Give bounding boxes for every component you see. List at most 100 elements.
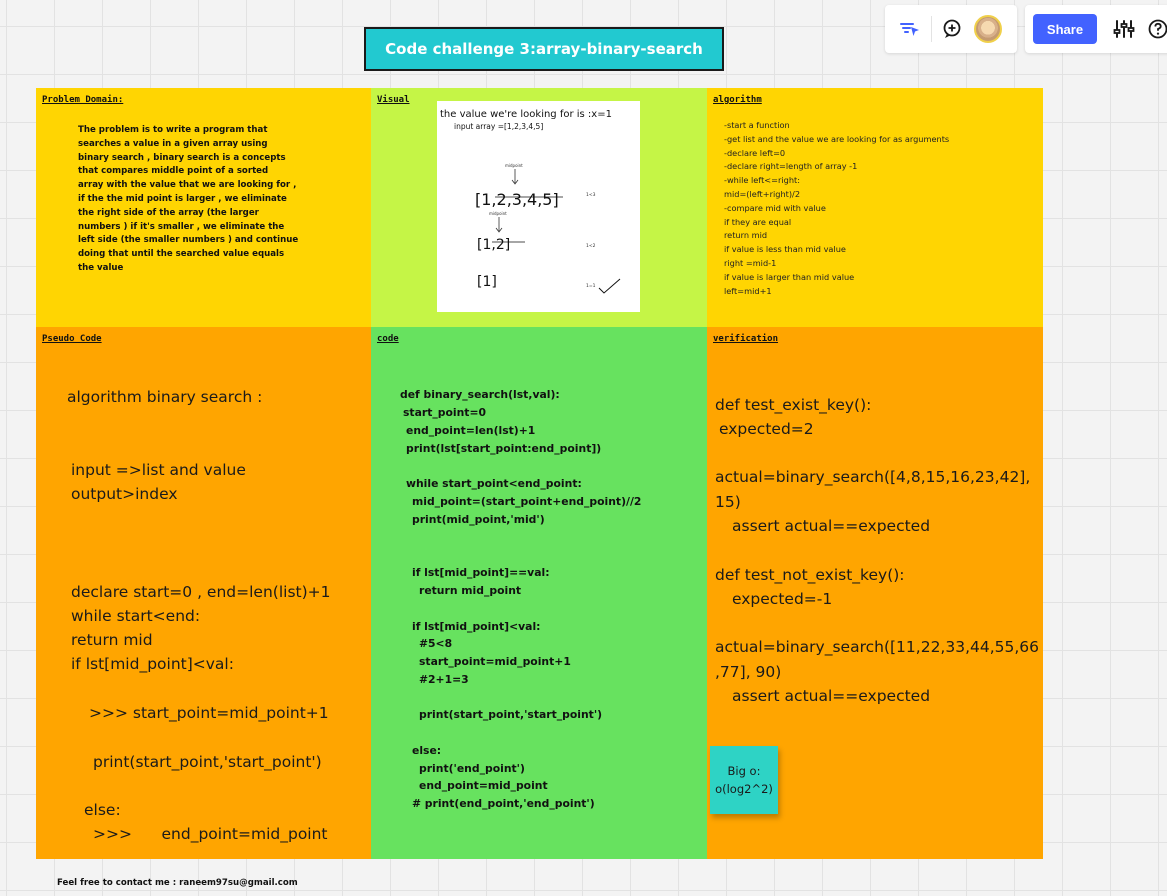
algorithm-step: left=mid+1 bbox=[724, 285, 772, 296]
algorithm-step: if they are equal bbox=[724, 216, 792, 227]
algorithm-steps: -start a function -get list and the valu… bbox=[724, 119, 949, 298]
code-line: if lst[mid_point]==val: bbox=[412, 566, 550, 579]
visual-cell[interactable]: Visual the value we're looking for is :x… bbox=[371, 88, 708, 328]
verify-line: def test_exist_key(): bbox=[715, 396, 872, 414]
pseudo-line: return mid bbox=[71, 631, 153, 649]
add-comment-icon[interactable] bbox=[938, 14, 968, 44]
midpoint-arrow bbox=[511, 169, 519, 185]
problem-line: if the the mid point is larger , we elim… bbox=[78, 193, 287, 204]
code-line: mid_point=(start_point+end_point)//2 bbox=[412, 495, 642, 508]
problem-domain-cell[interactable]: Problem Domain: The problem is to write … bbox=[36, 88, 372, 328]
pseudo-line: >>> end_point=mid_point bbox=[93, 825, 328, 843]
code-line: return mid_point bbox=[419, 584, 522, 597]
verify-line: 15) bbox=[715, 493, 741, 511]
avatar[interactable] bbox=[974, 15, 1002, 43]
visual-input: input array =[1,2,3,4,5] bbox=[454, 122, 543, 131]
toolbar-divider bbox=[931, 16, 932, 42]
share-button[interactable]: Share bbox=[1033, 14, 1097, 44]
visual-note-1: 1<3 bbox=[586, 192, 596, 198]
algorithm-step: -declare right=length of array -1 bbox=[724, 161, 858, 172]
pseudo-line: else: bbox=[84, 801, 121, 819]
code-line: end_point=mid_point bbox=[419, 779, 548, 792]
visual-heading: the value we're looking for is :x=1 bbox=[440, 109, 612, 120]
algorithm-step: return mid bbox=[724, 230, 768, 241]
verify-line: expected=2 bbox=[719, 420, 814, 438]
code-line: print(lst[start_point:end_point]) bbox=[406, 442, 602, 455]
problem-line: that compares middle point of a sorted bbox=[78, 166, 269, 177]
pseudo-line: algorithm binary search : bbox=[67, 388, 263, 406]
code-line: while start_point<end_point: bbox=[406, 477, 582, 490]
code-line: #5<8 bbox=[419, 637, 453, 650]
code-line: # print(end_point,'end_point') bbox=[412, 797, 595, 810]
problem-line: the right side of the array (the larger bbox=[78, 207, 259, 218]
verify-line: actual=binary_search([11,22,33,44,55,66 bbox=[715, 638, 1040, 656]
code-line: #2+1=3 bbox=[419, 673, 469, 686]
contact-text: Feel free to contact me : raneem97su@gma… bbox=[57, 878, 298, 888]
problem-domain-label: Problem Domain: bbox=[42, 95, 124, 105]
problem-line: searches a value in a given array using bbox=[78, 138, 268, 149]
pseudo-code-cell[interactable]: Pseudo Code algorithm binary search : in… bbox=[36, 327, 372, 859]
visual-note-3: 1=1 bbox=[586, 283, 596, 289]
visual-sketch[interactable]: the value we're looking for is :x=1 inpu… bbox=[437, 101, 640, 312]
code-line: if lst[mid_point]<val: bbox=[412, 620, 541, 633]
sticky-line-1: Big o: bbox=[727, 764, 761, 778]
algorithm-step: if value is larger than mid value bbox=[724, 271, 855, 282]
collaboration-toolbar bbox=[885, 5, 1017, 53]
board-toolbar: Share bbox=[1025, 5, 1167, 53]
pseudo-code-text: algorithm binary search : input =>list a… bbox=[36, 327, 372, 859]
problem-domain-text: The problem is to write a program that s… bbox=[78, 124, 308, 276]
problem-line: left side (the smaller numbers ) and con… bbox=[78, 235, 299, 246]
filter-cursor-icon[interactable] bbox=[895, 14, 925, 44]
code-line: start_point=0 bbox=[403, 406, 487, 419]
pseudo-line: input =>list and value bbox=[71, 461, 246, 479]
problem-line: the value bbox=[78, 262, 124, 273]
midpoint-arrow bbox=[495, 217, 503, 233]
algorithm-step: -get list and the value we are looking f… bbox=[724, 133, 950, 144]
pseudo-line: >>> start_point=mid_point+1 bbox=[89, 704, 329, 722]
midpoint-label: midpoint bbox=[505, 163, 523, 168]
problem-line: array with the value that we are looking… bbox=[78, 180, 297, 191]
problem-line: binary search , binary search is a conce… bbox=[78, 152, 286, 163]
midpoint-label: midpoint bbox=[489, 211, 507, 216]
visual-step-1: [1,2,3,4,5] bbox=[475, 190, 559, 209]
code-line: print(start_point,'start_point') bbox=[419, 708, 603, 721]
pseudo-line: if lst[mid_point]<val: bbox=[71, 655, 234, 673]
problem-line: doing that until the searched value equa… bbox=[78, 249, 285, 260]
algorithm-step: -compare mid with value bbox=[724, 202, 826, 213]
algorithm-step: -while left<=right: bbox=[724, 175, 801, 186]
algorithm-step: -start a function bbox=[724, 120, 790, 130]
verify-line: expected=-1 bbox=[732, 590, 833, 608]
problem-line: The problem is to write a program that bbox=[78, 125, 268, 135]
code-line: else: bbox=[412, 744, 442, 757]
sticky-line-2: o(log2^2) bbox=[715, 782, 773, 796]
board-title[interactable]: Code challenge 3:array-binary-search bbox=[364, 27, 724, 71]
verify-line: def test_not_exist_key(): bbox=[715, 566, 905, 584]
verify-line: ,77], 90) bbox=[715, 663, 782, 681]
algorithm-label: algorithm bbox=[713, 95, 762, 105]
help-icon[interactable] bbox=[1143, 14, 1167, 44]
visual-step-2: [1,2] bbox=[477, 237, 510, 253]
algorithm-step: if value is less than mid value bbox=[724, 244, 846, 255]
code-line: print('end_point') bbox=[419, 762, 525, 775]
checkmark-icon bbox=[598, 278, 621, 294]
pseudo-line: declare start=0 , end=len(list)+1 bbox=[71, 583, 331, 601]
algorithm-step: -declare left=0 bbox=[724, 147, 786, 158]
verify-line: assert actual==expected bbox=[732, 517, 931, 535]
visual-step-3: [1] bbox=[477, 274, 497, 290]
code-cell[interactable]: code def binary_search(lst,val): start_p… bbox=[371, 327, 708, 859]
board-title-text: Code challenge 3:array-binary-search bbox=[385, 40, 703, 58]
big-o-sticky-note[interactable]: Big o: o(log2^2) bbox=[710, 746, 778, 814]
algorithm-step: right =mid-1 bbox=[724, 257, 777, 268]
visual-label: Visual bbox=[377, 95, 410, 105]
code-text: def binary_search(lst,val): start_point=… bbox=[371, 327, 708, 859]
verify-line: actual=binary_search([4,8,15,16,23,42], bbox=[715, 468, 1031, 486]
pseudo-line: output>index bbox=[71, 485, 178, 503]
algorithm-cell[interactable]: algorithm -start a function -get list an… bbox=[707, 88, 1043, 328]
visual-note-2: 1<2 bbox=[586, 243, 596, 249]
verify-line: assert actual==expected bbox=[732, 687, 931, 705]
algorithm-step: mid=(left+right)/2 bbox=[724, 188, 801, 199]
code-line: end_point=len(lst)+1 bbox=[406, 424, 536, 437]
pseudo-line: while start<end: bbox=[71, 607, 201, 625]
code-line: print(mid_point,'mid') bbox=[412, 513, 545, 526]
settings-sliders-icon[interactable] bbox=[1109, 14, 1139, 44]
